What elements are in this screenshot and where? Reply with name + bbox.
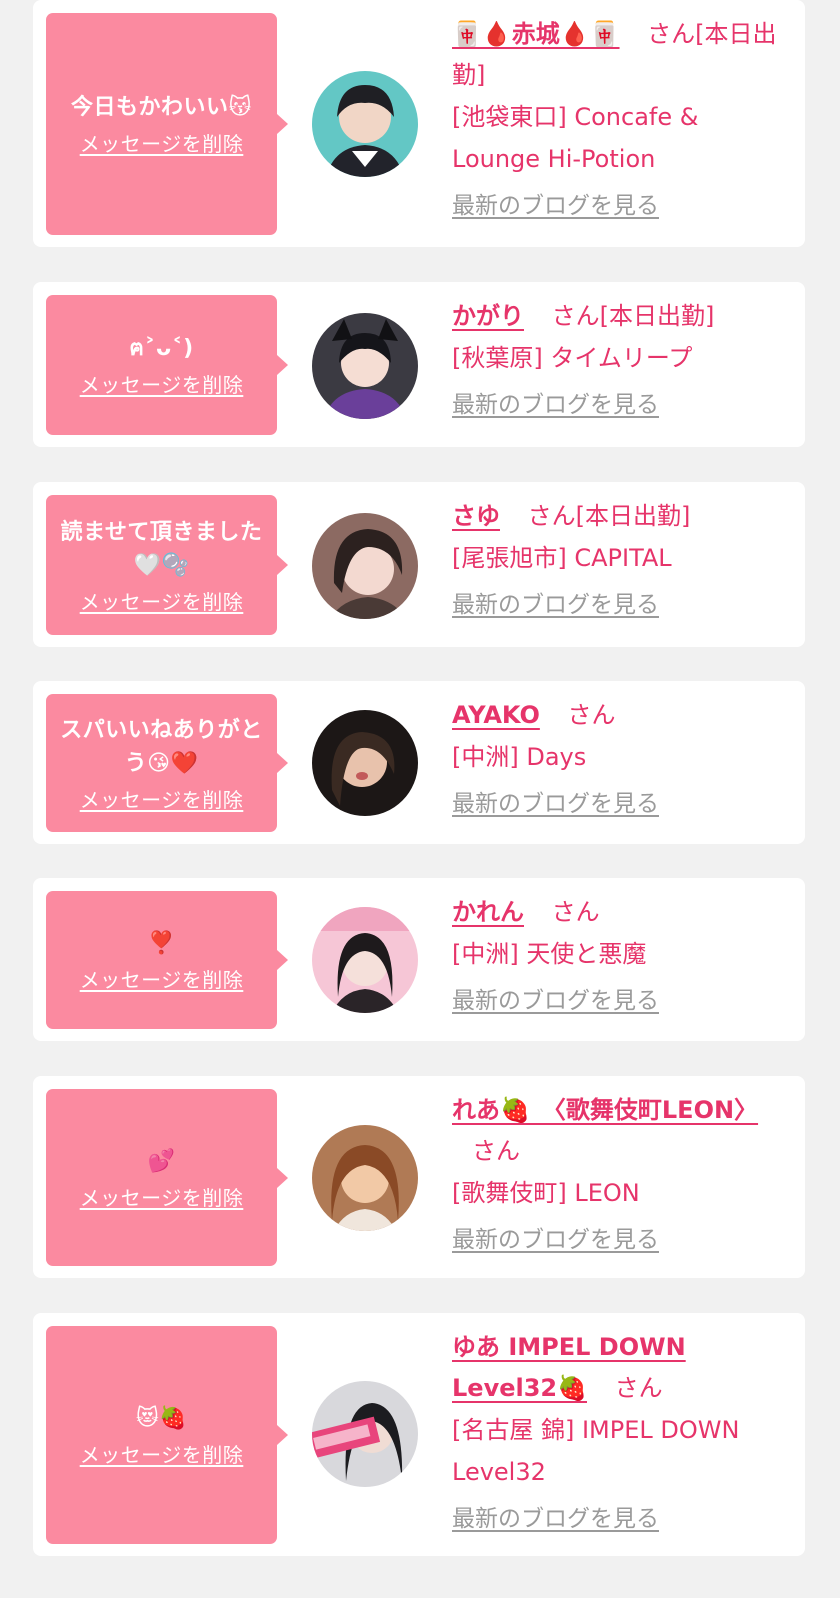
message-text: 😻🍓 bbox=[135, 1406, 188, 1431]
cast-status: さん bbox=[614, 1374, 663, 1402]
shop-name: [中洲] Days bbox=[452, 743, 587, 771]
cast-name-line: AYAKO さん bbox=[452, 695, 787, 736]
cast-name-line: ゆあ IMPEL DOWN Level32🍓 さん bbox=[452, 1327, 787, 1409]
cast-info: れあ🍓 〈歌舞伎町LEON〉 さん [歌舞伎町] LEON 最新のブログを見る bbox=[452, 1090, 787, 1256]
message-card: スパいいねありがとう😘❤️ メッセージを削除 AYAKO さん [中洲] Day… bbox=[33, 681, 805, 844]
latest-blog-link[interactable]: 最新のブログを見る bbox=[452, 190, 659, 222]
cast-name-link[interactable]: 🀄🩸赤城🩸🀄 bbox=[452, 20, 620, 48]
message-bubble: 💕 メッセージを削除 bbox=[46, 1089, 288, 1266]
cast-info: 🀄🩸赤城🩸🀄 さん[本日出勤] [池袋東口] Concafe & Lounge … bbox=[452, 14, 787, 222]
cast-name-link[interactable]: かれん bbox=[452, 898, 524, 926]
message-bubble: 読ませて頂きました🤍🫧 メッセージを削除 bbox=[46, 495, 288, 635]
cast-name-line: れあ🍓 〈歌舞伎町LEON〉 さん bbox=[452, 1090, 787, 1172]
cast-info: さゆ さん[本日出勤] [尾張旭市] CAPITAL 最新のブログを見る bbox=[452, 496, 787, 621]
cast-name-line: かがり さん[本日出勤] bbox=[452, 296, 787, 337]
message-card: 😻🍓 メッセージを削除 ゆあ IMPEL DOWN Level32🍓 さん [名… bbox=[33, 1313, 805, 1556]
message-bubble: スパいいねありがとう😘❤️ メッセージを削除 bbox=[46, 694, 288, 832]
message-card: ❣️ メッセージを削除 かれん さん [中洲] 天使と悪魔 最新のブログを見る bbox=[33, 878, 805, 1041]
cast-info: かがり さん[本日出勤] [秋葉原] タイムリープ 最新のブログを見る bbox=[452, 296, 787, 421]
latest-blog-link[interactable]: 最新のブログを見る bbox=[452, 985, 659, 1017]
delete-message-link[interactable]: メッセージを削除 bbox=[80, 787, 244, 813]
avatar[interactable] bbox=[312, 313, 418, 419]
shop-name: [中洲] 天使と悪魔 bbox=[452, 940, 647, 968]
message-text: ❣️ bbox=[147, 931, 176, 956]
shop-name: [尾張旭市] CAPITAL bbox=[452, 544, 672, 572]
message-text: 💕 bbox=[147, 1148, 176, 1174]
delete-message-link[interactable]: メッセージを削除 bbox=[80, 589, 244, 615]
cast-name-link[interactable]: かがり bbox=[452, 302, 524, 330]
cast-info: ゆあ IMPEL DOWN Level32🍓 さん [名古屋 錦] IMPEL … bbox=[452, 1327, 787, 1535]
cast-status: さん bbox=[567, 701, 616, 729]
cast-name-link[interactable]: さゆ bbox=[452, 502, 500, 530]
message-text: スパいいねありがとう😘❤️ bbox=[60, 717, 263, 776]
message-card: 今日もかわいい😽 メッセージを削除 🀄🩸赤城🩸🀄 さん[本日出勤] [池袋東口]… bbox=[33, 0, 805, 247]
message-card: ฅ˃ᴗ˂) メッセージを削除 かがり さん[本日出勤] [秋葉原] タイムリープ… bbox=[33, 282, 805, 447]
avatar[interactable] bbox=[312, 71, 418, 177]
message-bubble: ฅ˃ᴗ˂) メッセージを削除 bbox=[46, 295, 288, 435]
shop-name: [歌舞伎町] LEON bbox=[452, 1179, 640, 1207]
cast-status: さん[本日出勤] bbox=[527, 502, 691, 530]
cast-status: さん bbox=[472, 1137, 520, 1165]
cast-name-line: 🀄🩸赤城🩸🀄 さん[本日出勤] bbox=[452, 14, 787, 96]
latest-blog-link[interactable]: 最新のブログを見る bbox=[452, 1503, 659, 1535]
shop-name: [名古屋 錦] IMPEL DOWN Level32 bbox=[452, 1416, 740, 1486]
delete-message-link[interactable]: メッセージを削除 bbox=[80, 1442, 244, 1468]
latest-blog-link[interactable]: 最新のブログを見る bbox=[452, 589, 659, 621]
latest-blog-link[interactable]: 最新のブログを見る bbox=[452, 389, 659, 421]
delete-message-link[interactable]: メッセージを削除 bbox=[80, 967, 244, 993]
message-card: 💕 メッセージを削除 れあ🍓 〈歌舞伎町LEON〉 さん [歌舞伎町] LEON… bbox=[33, 1076, 805, 1278]
cast-name-link[interactable]: れあ🍓 〈歌舞伎町LEON〉 bbox=[452, 1096, 758, 1124]
message-bubble: 今日もかわいい😽 メッセージを削除 bbox=[46, 13, 288, 235]
cast-status: さん[本日出勤] bbox=[551, 302, 715, 330]
avatar[interactable] bbox=[312, 513, 418, 619]
avatar[interactable] bbox=[312, 710, 418, 816]
avatar[interactable] bbox=[312, 1125, 418, 1231]
latest-blog-link[interactable]: 最新のブログを見る bbox=[452, 788, 659, 820]
delete-message-link[interactable]: メッセージを削除 bbox=[80, 372, 244, 398]
avatar[interactable] bbox=[312, 1381, 418, 1487]
cast-info: かれん さん [中洲] 天使と悪魔 最新のブログを見る bbox=[452, 892, 787, 1017]
message-text: 読ませて頂きました🤍🫧 bbox=[60, 519, 263, 578]
message-text: ฅ˃ᴗ˂) bbox=[129, 336, 194, 361]
shop-name: [秋葉原] タイムリープ bbox=[452, 344, 693, 372]
cast-name-line: さゆ さん[本日出勤] bbox=[452, 496, 787, 537]
delete-message-link[interactable]: メッセージを削除 bbox=[80, 131, 244, 157]
cast-info: AYAKO さん [中洲] Days 最新のブログを見る bbox=[452, 695, 787, 820]
cast-name-link[interactable]: AYAKO bbox=[452, 701, 540, 729]
cast-name-line: かれん さん bbox=[452, 892, 787, 933]
latest-blog-link[interactable]: 最新のブログを見る bbox=[452, 1224, 659, 1256]
message-bubble: ❣️ メッセージを削除 bbox=[46, 891, 288, 1029]
message-bubble: 😻🍓 メッセージを削除 bbox=[46, 1326, 288, 1544]
avatar[interactable] bbox=[312, 907, 418, 1013]
delete-message-link[interactable]: メッセージを削除 bbox=[80, 1185, 244, 1211]
shop-name: [池袋東口] Concafe & Lounge Hi-Potion bbox=[452, 103, 699, 173]
message-card: 読ませて頂きました🤍🫧 メッセージを削除 さゆ さん[本日出勤] [尾張旭市] … bbox=[33, 482, 805, 647]
cast-status: さん bbox=[551, 898, 600, 926]
message-text: 今日もかわいい😽 bbox=[71, 95, 252, 120]
